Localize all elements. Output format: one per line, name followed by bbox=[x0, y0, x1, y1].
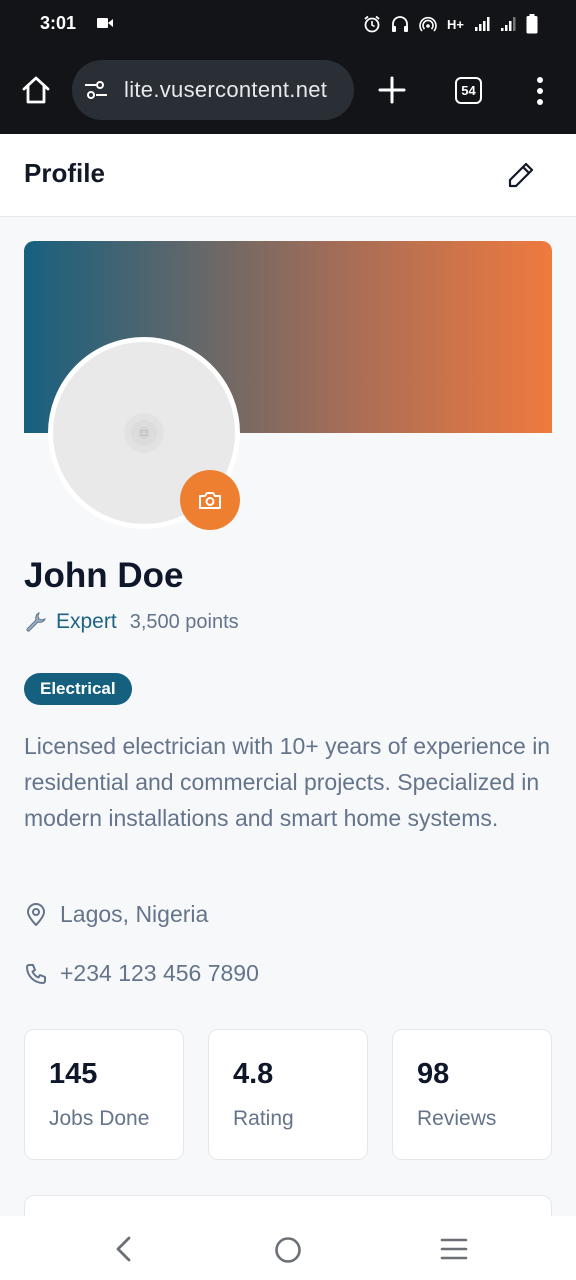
app-header: Profile bbox=[0, 134, 576, 217]
loading-placeholder-icon bbox=[124, 413, 164, 453]
url-text: lite.vusercontent.net bbox=[124, 77, 328, 102]
map-pin-icon bbox=[27, 902, 45, 926]
back-icon[interactable] bbox=[112, 1236, 134, 1262]
signal-icon bbox=[475, 17, 490, 31]
system-nav-bar bbox=[0, 1216, 576, 1280]
phone-icon bbox=[26, 963, 46, 984]
stat-card-jobs: 145 Jobs Done bbox=[24, 1029, 184, 1160]
wrench-icon bbox=[26, 612, 46, 632]
network-type: H+ bbox=[447, 16, 464, 32]
level-row: Expert 3,500 points bbox=[24, 608, 239, 636]
camera-icon bbox=[199, 492, 221, 509]
tab-switcher-button[interactable]: 54 bbox=[455, 77, 482, 104]
level-label: Expert bbox=[56, 610, 117, 633]
phone-row[interactable]: +234 123 456 7890 bbox=[24, 960, 259, 987]
profile-name: John Doe bbox=[24, 556, 184, 595]
hotspot-icon bbox=[419, 16, 437, 32]
phone-text: +234 123 456 7890 bbox=[60, 960, 259, 986]
stat-value: 4.8 bbox=[233, 1058, 274, 1090]
stat-card-rating: 4.8 Rating bbox=[208, 1029, 368, 1160]
edit-pencil-icon[interactable] bbox=[506, 160, 536, 190]
recents-menu-icon[interactable] bbox=[440, 1238, 468, 1260]
address-bar[interactable]: lite.vusercontent.net bbox=[72, 60, 354, 120]
battery-icon bbox=[526, 14, 538, 34]
stat-label: Rating bbox=[233, 1107, 294, 1130]
home-icon[interactable] bbox=[20, 74, 52, 106]
browser-toolbar: lite.vusercontent.net 54 bbox=[0, 48, 576, 134]
home-circle-icon[interactable] bbox=[274, 1236, 302, 1264]
overflow-menu-icon[interactable] bbox=[532, 76, 548, 106]
status-bar: 3:01 H+ bbox=[0, 0, 576, 48]
category-badge: Electrical bbox=[24, 673, 132, 705]
stat-card-reviews: 98 Reviews bbox=[392, 1029, 552, 1160]
change-photo-button[interactable] bbox=[180, 470, 240, 530]
alarm-icon bbox=[364, 15, 380, 33]
status-icons: H+ bbox=[363, 12, 538, 36]
stat-label: Jobs Done bbox=[49, 1107, 150, 1130]
stat-value: 98 bbox=[417, 1058, 450, 1090]
location-text: Lagos, Nigeria bbox=[60, 901, 209, 927]
new-tab-icon[interactable] bbox=[378, 76, 406, 104]
stat-value: 145 bbox=[49, 1058, 98, 1090]
profile-bio: Licensed electrician with 10+ years of e… bbox=[24, 733, 551, 831]
page-title: Profile bbox=[24, 158, 105, 188]
headphones-icon bbox=[392, 16, 409, 32]
location-row: Lagos, Nigeria bbox=[24, 901, 208, 928]
signal-icon-2 bbox=[501, 17, 516, 31]
points-label: 3,500 points bbox=[129, 610, 239, 633]
stat-label: Reviews bbox=[417, 1107, 497, 1130]
status-time: 3:01 bbox=[40, 13, 77, 33]
site-settings-icon[interactable] bbox=[84, 79, 108, 101]
video-camera-icon bbox=[97, 18, 113, 28]
